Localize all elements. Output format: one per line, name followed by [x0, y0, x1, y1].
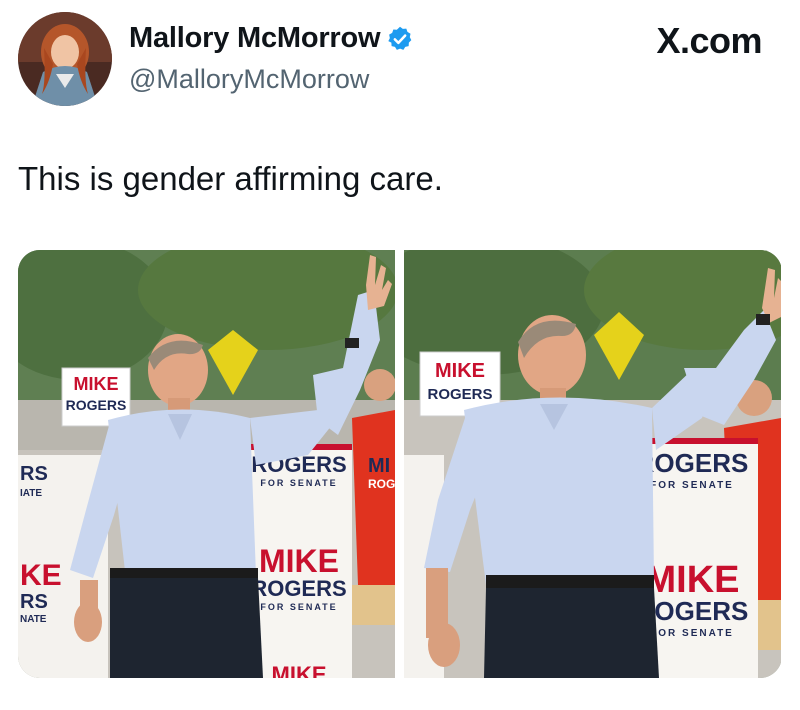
edge-fragment-4: RS	[20, 591, 48, 613]
photo-right[interactable]: MIKE ROGERS ROGERS FOR SENATE MIKE ROGER…	[404, 250, 781, 678]
author-handle[interactable]: @MalloryMcMorrow	[129, 64, 369, 95]
edge-fragment-5: NATE	[20, 614, 47, 625]
edge-fragment-3: KE	[20, 559, 62, 592]
author-display-name[interactable]: Mallory McMorrow	[129, 22, 381, 55]
shirt-text-1: MI	[368, 455, 390, 477]
small-sign-line-2: ROGERS	[66, 397, 127, 413]
tweet-text: This is gender affirming care.	[18, 160, 443, 197]
banner-mid-line-3: FOR SENATE	[260, 602, 337, 612]
photo-right-image: MIKE ROGERS ROGERS FOR SENATE MIKE ROGER…	[404, 250, 781, 678]
tweet-media: MIKE ROGERS RS IATE KE RS NATE ROGERS FO…	[18, 250, 782, 678]
banner-mid-line-1: MIKE	[645, 559, 740, 601]
banner-bottom-fragment: MIKE	[272, 662, 327, 678]
photo-left[interactable]: MIKE ROGERS RS IATE KE RS NATE ROGERS FO…	[18, 250, 395, 678]
edge-fragment-2: IATE	[20, 488, 42, 499]
banner-top-line-2: FOR SENATE	[260, 478, 337, 488]
site-label: X.com	[656, 20, 762, 61]
avatar-photo	[18, 12, 112, 106]
banner-mid-line-2: ROGERS	[251, 576, 346, 601]
small-sign-line-1: MIKE	[74, 374, 119, 394]
photo-left-image: MIKE ROGERS RS IATE KE RS NATE ROGERS FO…	[18, 250, 395, 678]
verified-badge-icon	[388, 26, 412, 50]
shirt-text-2: ROG	[368, 477, 395, 491]
small-sign-line-1: MIKE	[435, 360, 485, 382]
campaign-banner: ROGERS FOR SENATE MIKE ROGERS FOR SENATE…	[246, 444, 352, 678]
banner-top-line-2: FOR SENATE	[650, 480, 734, 491]
author-avatar[interactable]	[18, 12, 112, 106]
banner-mid-line-1: MIKE	[259, 543, 339, 579]
small-sign-line-2: ROGERS	[427, 386, 492, 403]
author-name-row: Mallory McMorrow	[129, 22, 414, 55]
edge-fragment-1: RS	[20, 463, 48, 485]
tweet-header: Mallory McMorrow @MalloryMcMorrow X.com	[0, 0, 800, 120]
banner-mid-line-3: FOR SENATE	[650, 628, 734, 639]
